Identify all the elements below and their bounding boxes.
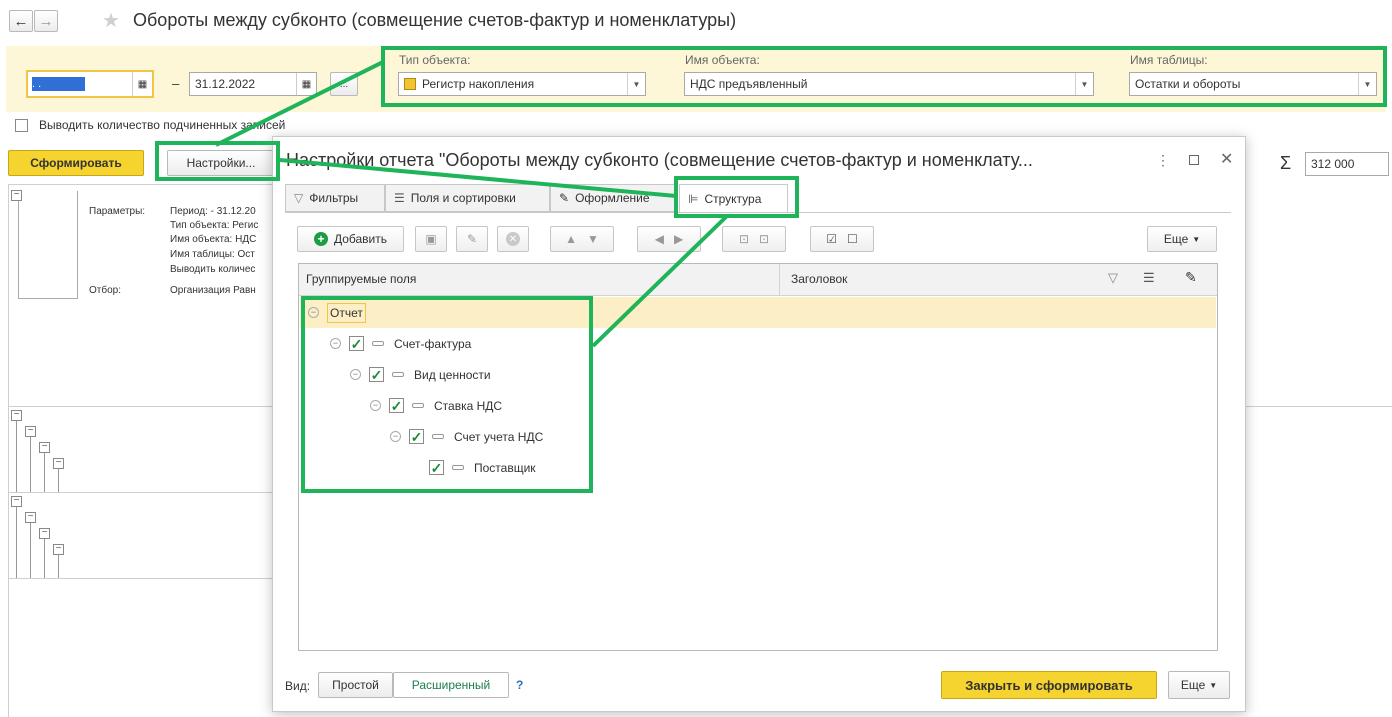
annotation-lines <box>215 60 729 348</box>
connector-line <box>215 60 384 147</box>
connector-line <box>279 158 677 198</box>
connector-line <box>591 214 729 348</box>
